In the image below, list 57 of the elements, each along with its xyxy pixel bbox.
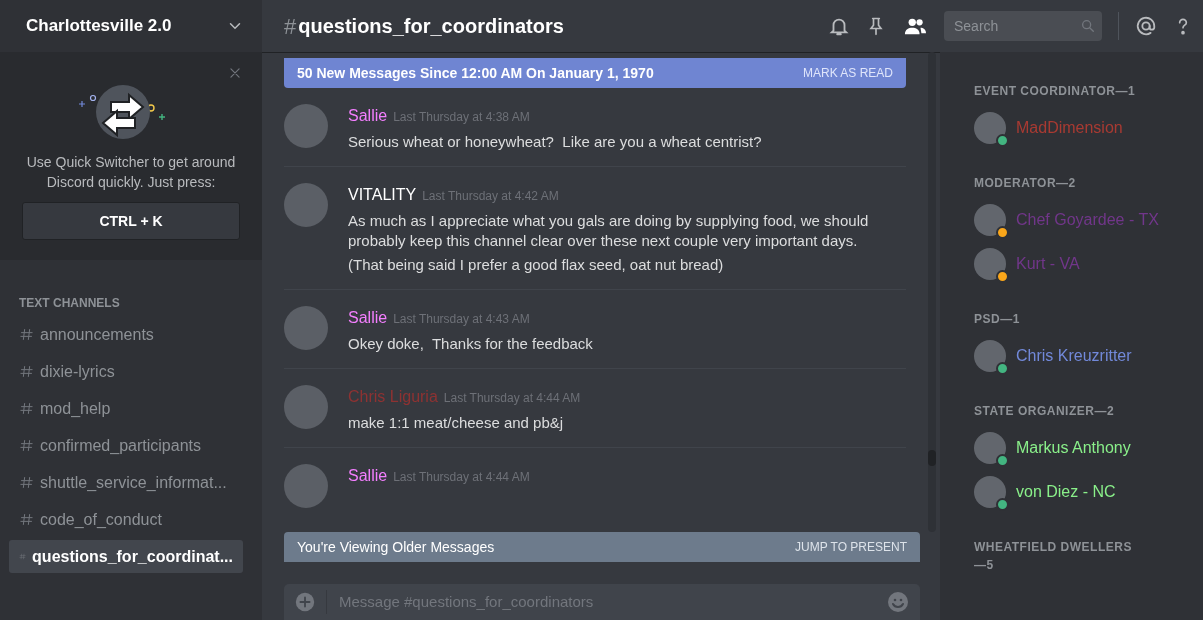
channel-item[interactable]: dixie-lyrics bbox=[9, 355, 243, 388]
avatar-placeholder[interactable] bbox=[974, 476, 1006, 508]
author-name[interactable]: VITALITY bbox=[348, 186, 417, 203]
new-messages-text: 50 New Messages Since 12:00 AM On January 1, 1970 bbox=[297, 63, 654, 83]
avatar-placeholder[interactable] bbox=[974, 248, 1006, 280]
close-icon[interactable] bbox=[228, 66, 242, 80]
author-name[interactable]: Sallie bbox=[348, 309, 388, 326]
hash-icon bbox=[19, 401, 34, 416]
author-name[interactable]: Sallie bbox=[348, 467, 388, 484]
hash-icon bbox=[19, 327, 34, 342]
avatar-placeholder[interactable] bbox=[974, 112, 1006, 144]
member-name[interactable]: von Diez - NC bbox=[1016, 480, 1116, 504]
category-title[interactable]: TEXT CHANNELS bbox=[0, 260, 262, 318]
search-icon bbox=[1080, 17, 1096, 35]
message-text: Okey doke, Thanks for the feedback bbox=[348, 334, 593, 354]
channel-item[interactable]: questions_for_coordinat... bbox=[9, 540, 243, 573]
avatar-placeholder[interactable] bbox=[974, 204, 1006, 236]
hash-icon bbox=[19, 438, 34, 453]
mention-icon[interactable] bbox=[1135, 15, 1157, 37]
older-messages-text: You're Viewing Older Messages bbox=[297, 537, 495, 557]
shortcut-button[interactable]: CTRL + K bbox=[22, 202, 240, 240]
search-field[interactable]: Search bbox=[944, 11, 1102, 41]
channel-item[interactable]: mod_help bbox=[9, 392, 243, 425]
hash-icon bbox=[19, 512, 34, 527]
role-title: STATE ORGANIZER—2 bbox=[974, 403, 1116, 420]
member-name[interactable]: Chris Kreuzritter bbox=[1016, 344, 1132, 368]
role-title: MODERATOR—2 bbox=[974, 175, 1077, 192]
message-text: Serious wheat or honeywheat? Like are you a wheat centrist? bbox=[348, 132, 762, 152]
server-name[interactable]: Charlottesville 2.0 bbox=[26, 13, 172, 39]
quick-switcher-hint: Use Quick Switcher to get around Discord quickly. Just press: bbox=[25, 153, 237, 192]
member-name[interactable]: Markus Anthony bbox=[1016, 436, 1131, 460]
role-title: EVENT COORDINATOR—1 bbox=[974, 83, 1137, 100]
scrollbar-thumb[interactable] bbox=[928, 450, 936, 466]
role-title: PSD—1 bbox=[974, 311, 1021, 328]
jump-to-present-link[interactable]: JUMP TO PRESENT bbox=[794, 538, 907, 556]
message-text: As much as I appreciate what you gals are doing by supplying food, we should probably keep this channel clear over these next couple very important days. bbox=[348, 211, 870, 251]
search-input[interactable]: Search bbox=[952, 14, 1081, 38]
avatar-placeholder[interactable] bbox=[974, 432, 1006, 464]
hash-icon bbox=[19, 475, 34, 490]
channel-item[interactable]: shuttle_service_informat... bbox=[9, 466, 243, 499]
hash-icon bbox=[19, 364, 34, 379]
message-text: (That being said I prefer a good flax seed, oat nut bread) bbox=[348, 255, 725, 275]
hash-symbol: # bbox=[284, 12, 297, 41]
channel-item[interactable]: announcements bbox=[9, 318, 243, 351]
timestamp: Last Thursday at 4:43 AM bbox=[393, 312, 530, 326]
timestamp: Last Thursday at 4:44 AM bbox=[443, 391, 581, 405]
role-title: WHEATFIELD DWELLERS—5 bbox=[974, 539, 1133, 574]
timestamp: Last Thursday at 4:38 AM bbox=[393, 110, 530, 124]
channel-item[interactable]: code_of_conduct bbox=[9, 503, 243, 536]
timestamp: Last Thursday at 4:44 AM bbox=[393, 470, 530, 484]
channel-title: questions_for_coordinators bbox=[298, 14, 564, 39]
avatar-placeholder[interactable] bbox=[974, 340, 1006, 372]
author-name[interactable]: Sallie bbox=[348, 107, 388, 124]
mark-as-read-link[interactable]: MARK AS READ bbox=[802, 64, 893, 82]
message-text: make 1:1 meat/cheese and pb&j bbox=[348, 413, 565, 433]
channel-item[interactable]: confirmed_participants bbox=[9, 429, 243, 462]
timestamp: Last Thursday at 4:42 AM bbox=[422, 189, 559, 203]
